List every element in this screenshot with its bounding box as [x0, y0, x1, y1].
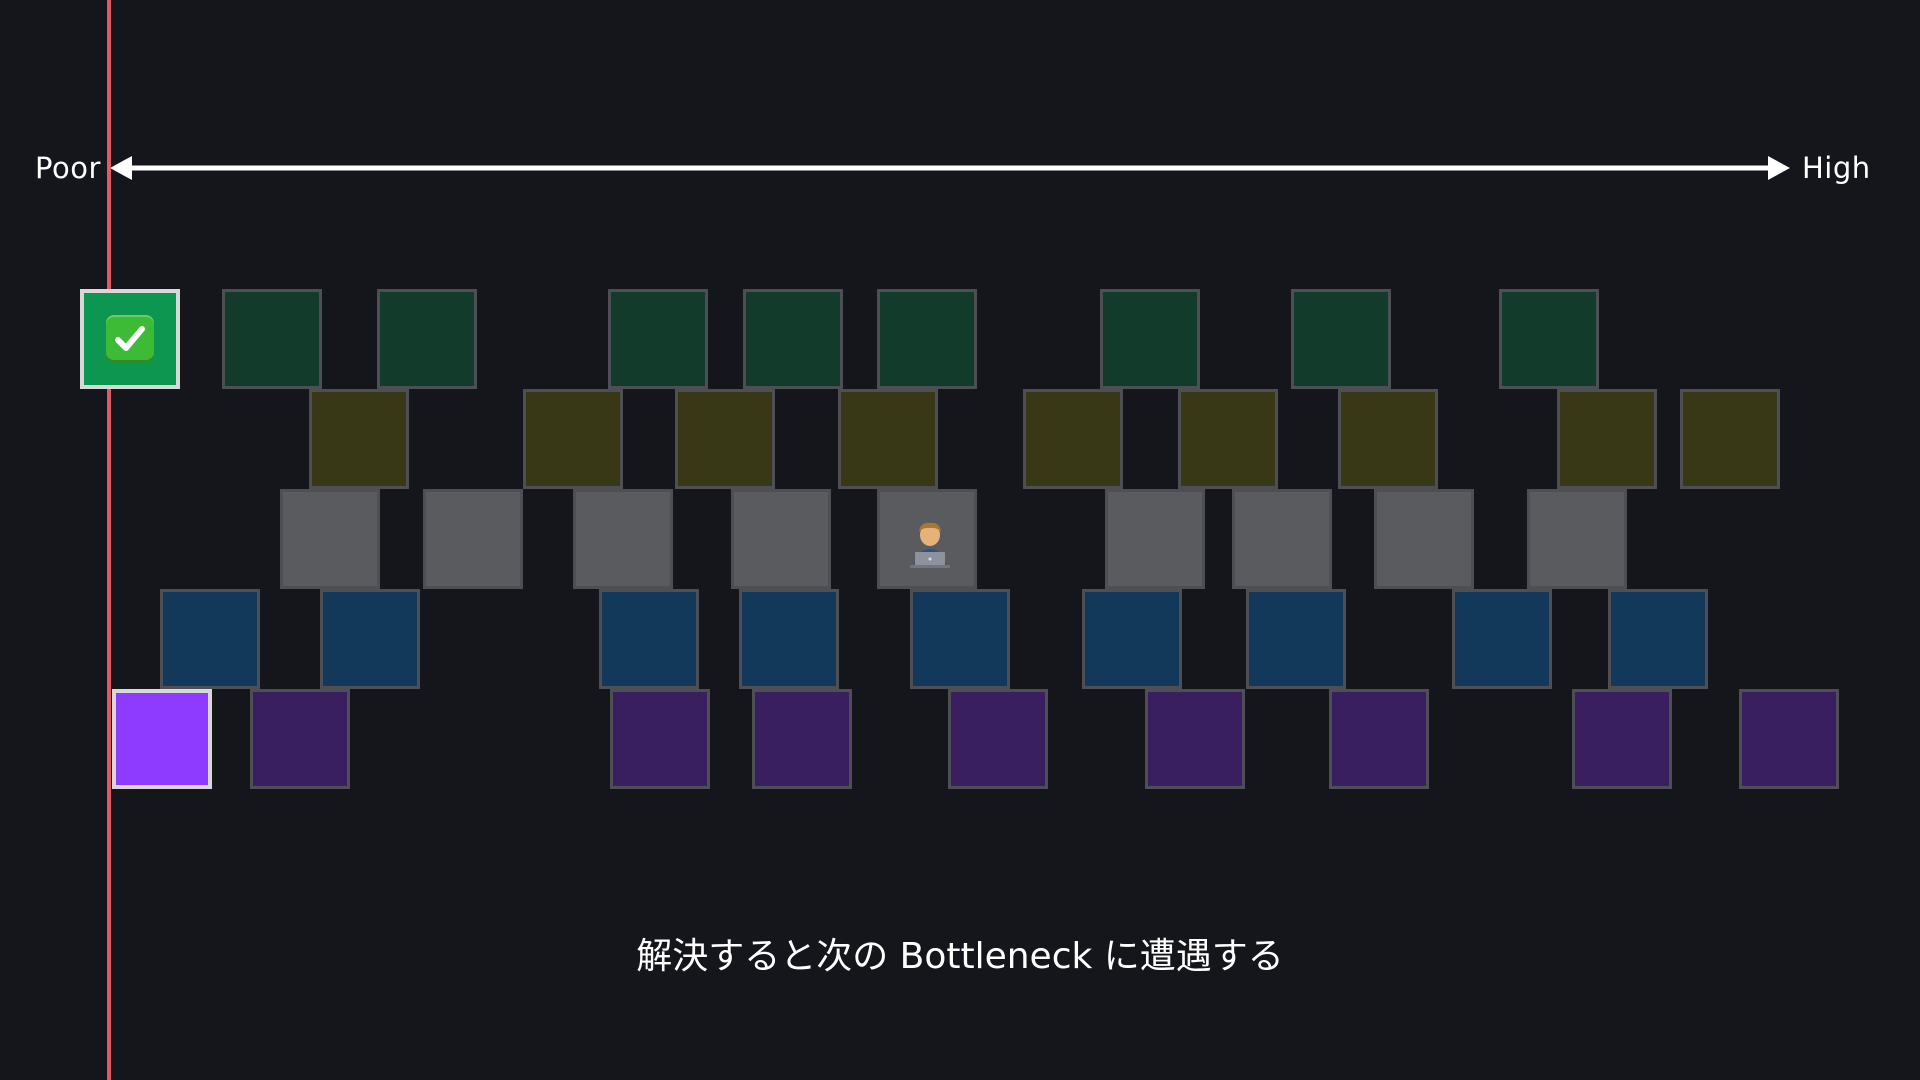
- bottleneck-block-blue: [160, 589, 260, 689]
- bottleneck-block-green: [1499, 289, 1599, 389]
- bottleneck-block-green: [1100, 289, 1200, 389]
- current-capability-line: [107, 0, 111, 1080]
- bottleneck-block-gray: [573, 489, 673, 589]
- technologist-icon: [908, 520, 952, 568]
- bottleneck-block-purple: [1572, 689, 1672, 789]
- bottleneck-block-green: [877, 289, 977, 389]
- bottleneck-block-gray: [1374, 489, 1474, 589]
- bottleneck-block-olive: [1338, 389, 1438, 489]
- bottleneck-block-blue: [1452, 589, 1552, 689]
- bottleneck-block-purple: [250, 689, 350, 789]
- axis-label-high: High: [1802, 151, 1871, 185]
- axis-label-poor: Poor: [35, 151, 101, 185]
- bottleneck-block-gray: [280, 489, 380, 589]
- bottleneck-block-gray: [1105, 489, 1205, 589]
- bottleneck-block-purple: [1329, 689, 1429, 789]
- bottleneck-block-green: [608, 289, 708, 389]
- caption: 解決すると次の Bottleneck に遭遇する: [636, 936, 1284, 977]
- bottleneck-block-gray: [423, 489, 523, 589]
- double-arrow-icon: [110, 156, 1790, 180]
- bottleneck-block-olive: [1023, 389, 1123, 489]
- bottleneck-block-purple: [1145, 689, 1245, 789]
- bottleneck-block-green: [222, 289, 322, 389]
- bottleneck-block-blue: [320, 589, 420, 689]
- bottleneck-block-blue: [739, 589, 839, 689]
- bottleneck-block-gray: [731, 489, 831, 589]
- bottleneck-block-olive: [1680, 389, 1780, 489]
- bottleneck-block-blue: [1246, 589, 1346, 689]
- bottleneck-block-blue: [1082, 589, 1182, 689]
- bottleneck-diagram: Poor High 解決すると次の Bottleneck に遭遇する: [0, 0, 1920, 1080]
- bottleneck-block-olive: [1178, 389, 1278, 489]
- bottleneck-block-olive: [523, 389, 623, 489]
- bottleneck-block-green: [743, 289, 843, 389]
- bottleneck-block-purple: [948, 689, 1048, 789]
- resolved-bottleneck-block: [80, 289, 180, 389]
- bottleneck-block-green: [377, 289, 477, 389]
- bottleneck-block-green: [1291, 289, 1391, 389]
- bottleneck-block-olive: [1557, 389, 1657, 489]
- bottleneck-block-purple: [752, 689, 852, 789]
- bottleneck-block-purple: [1739, 689, 1839, 789]
- bottleneck-block-gray: [1527, 489, 1627, 589]
- bottleneck-block-blue: [910, 589, 1010, 689]
- check-mark-button-icon: [106, 315, 154, 363]
- bottleneck-block-olive: [675, 389, 775, 489]
- bottleneck-block-gray: [1232, 489, 1332, 589]
- bottleneck-block-blue: [1608, 589, 1708, 689]
- current-bottleneck-block: [877, 489, 977, 589]
- bottleneck-block-olive: [838, 389, 938, 489]
- active-bottleneck-block: [112, 689, 212, 789]
- bottleneck-block-olive: [309, 389, 409, 489]
- bottleneck-block-purple: [610, 689, 710, 789]
- bottleneck-block-blue: [599, 589, 699, 689]
